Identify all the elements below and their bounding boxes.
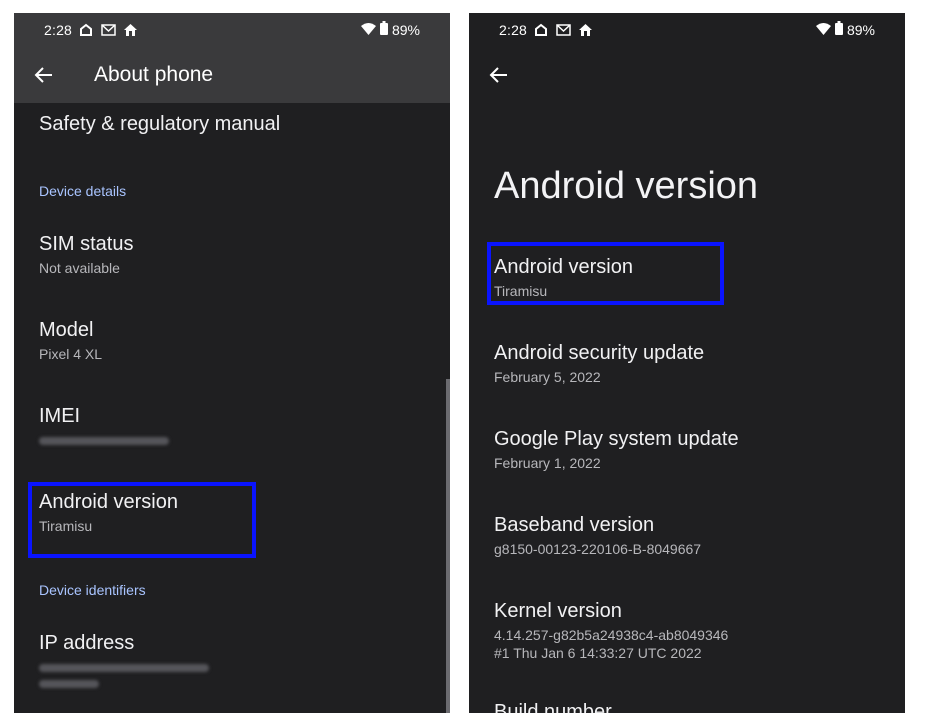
redacted-value — [39, 664, 209, 672]
status-time: 2:28 — [44, 21, 73, 38]
appbar-title: About phone — [94, 62, 214, 86]
app-bar — [469, 46, 905, 103]
sim-status-item[interactable]: SIM status Not available — [39, 231, 133, 277]
item-subtitle: February 1, 2022 — [494, 455, 601, 471]
status-bar: 2:28 89% — [14, 13, 450, 46]
mail-icon — [555, 22, 571, 38]
battery-icon — [379, 21, 388, 38]
item-title: Build number — [494, 701, 612, 713]
kernel-version-item[interactable]: Kernel version 4.14.257-g82b5a24938c4-ab… — [494, 598, 728, 662]
item-title: IMEI — [39, 405, 81, 427]
app-bar: About phone — [14, 46, 450, 103]
item-title: Baseband version — [494, 514, 655, 536]
redacted-value — [39, 680, 99, 688]
build-number-item[interactable]: Build number — [494, 699, 612, 713]
battery-percent: 89% — [846, 21, 875, 38]
house-icon — [577, 22, 593, 38]
android-version-screen: 2:28 89% Android version Android version… — [469, 13, 905, 713]
wifi-icon — [360, 22, 376, 38]
item-title: SIM status — [39, 233, 134, 255]
imei-item[interactable]: IMEI — [39, 403, 169, 445]
house-icon — [122, 22, 138, 38]
about-phone-screen: 2:28 89% About phone Safety & regulatory… — [14, 13, 450, 713]
back-arrow-icon[interactable] — [32, 63, 56, 87]
back-arrow-icon[interactable] — [487, 63, 511, 87]
scrollbar[interactable] — [446, 379, 450, 713]
baseband-version-item[interactable]: Baseband version g8150-00123-220106-B-80… — [494, 512, 701, 558]
redacted-value — [39, 437, 169, 445]
play-system-update-item[interactable]: Google Play system update February 1, 20… — [494, 426, 739, 472]
ip-address-item[interactable]: IP address — [39, 630, 209, 688]
item-title: Kernel version — [494, 600, 622, 622]
page-title: Android version — [494, 165, 759, 207]
item-subtitle: February 5, 2022 — [494, 369, 601, 385]
home-outline-icon — [78, 22, 94, 38]
highlight-box — [28, 482, 256, 558]
status-time: 2:28 — [499, 21, 528, 38]
item-title: Android security update — [494, 342, 705, 364]
item-subtitle-line2: #1 Thu Jan 6 14:33:27 UTC 2022 — [494, 645, 702, 661]
section-device-details: Device details — [39, 183, 127, 199]
section-device-identifiers: Device identifiers — [39, 582, 146, 598]
item-title: Google Play system update — [494, 428, 739, 450]
battery-icon — [834, 21, 843, 38]
security-update-item[interactable]: Android security update February 5, 2022 — [494, 340, 704, 386]
mail-icon — [100, 22, 116, 38]
item-title: Safety & regulatory manual — [39, 113, 281, 135]
status-bar: 2:28 89% — [469, 13, 905, 46]
item-title: IP address — [39, 632, 135, 654]
item-subtitle: Pixel 4 XL — [39, 346, 103, 362]
battery-percent: 89% — [391, 21, 420, 38]
wifi-icon — [815, 22, 831, 38]
home-outline-icon — [533, 22, 549, 38]
highlight-box — [487, 242, 724, 305]
model-item[interactable]: Model Pixel 4 XL — [39, 317, 102, 363]
item-title: Model — [39, 319, 94, 341]
safety-regulatory-item[interactable]: Safety & regulatory manual — [39, 111, 280, 137]
item-subtitle: Not available — [39, 260, 120, 276]
item-subtitle: g8150-00123-220106-B-8049667 — [494, 541, 702, 557]
item-subtitle: 4.14.257-g82b5a24938c4-ab8049346 — [494, 627, 729, 643]
